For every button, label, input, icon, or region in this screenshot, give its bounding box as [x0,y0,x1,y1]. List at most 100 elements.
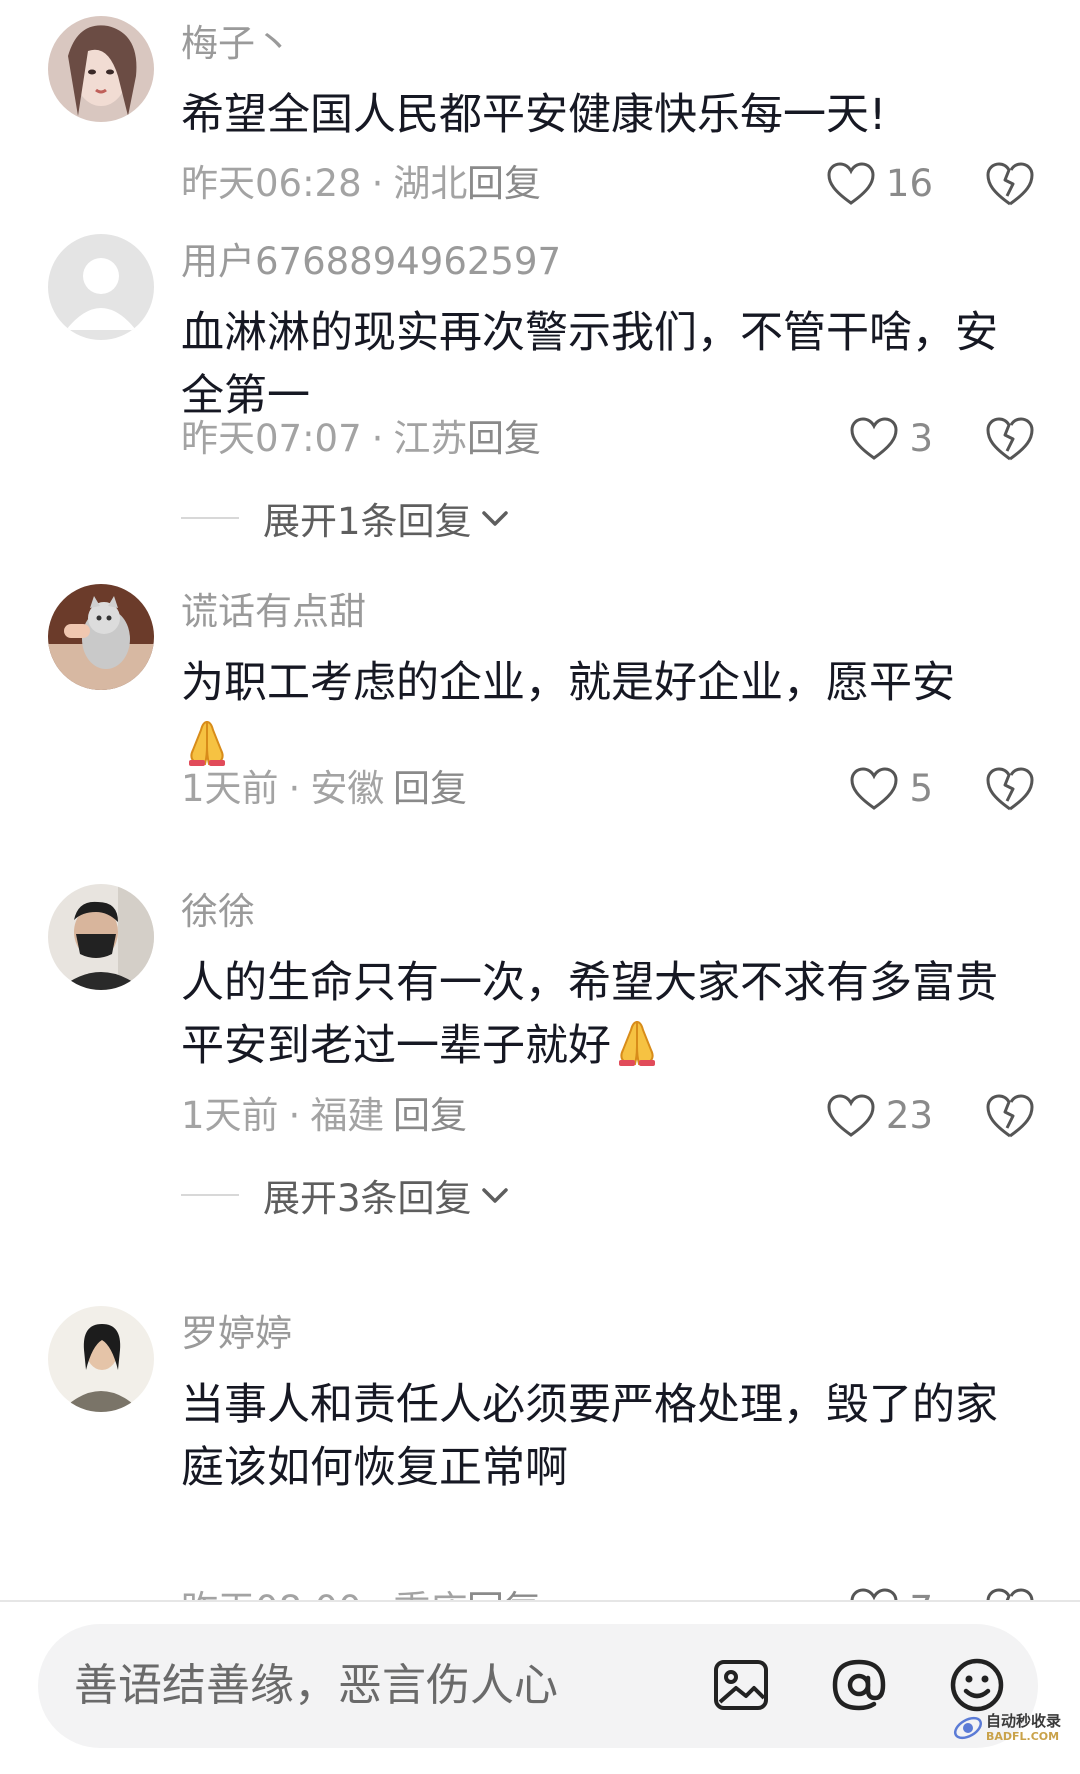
avatar-default-user-icon [48,234,154,340]
comment-body: 希望全国人民都平安健康快乐每一天! [181,90,887,140]
expand-divider-line [181,517,239,519]
heart-icon [850,417,898,460]
expand-divider-line [181,1194,239,1196]
broken-heart-icon [986,417,1034,461]
watermark-title: 自动秒收录 [986,1712,1062,1730]
avatar[interactable] [48,884,154,990]
comment-item: 谎话有点甜 为职工考虑的企业，就是好企业，愿平安 1天前 · 安徽 回复 5 [0,568,1080,898]
dislike-button[interactable] [985,1092,1035,1140]
like-count: 5 [909,767,933,810]
comment-time: 1天前 [181,767,279,810]
reply-button[interactable]: 回复 [393,1088,467,1144]
time-location: 昨天08:00 · 重庆 [181,1582,467,1600]
broken-heart-icon [986,1094,1034,1138]
broken-heart-icon [986,162,1034,206]
comment-meta: 昨天08:00 · 重庆 回复 7 [181,1582,1051,1600]
broken-heart-icon [986,767,1034,811]
like-button[interactable]: 16 [826,156,933,212]
chevron-down-icon [481,1188,508,1203]
reply-button[interactable]: 回复 [467,1582,541,1600]
at-icon[interactable] [828,1654,890,1716]
expand-replies-label: 展开3条回复 [263,1177,472,1220]
broken-heart-icon [986,1588,1034,1600]
comment-location: 江苏 [393,417,468,460]
comment-location: 重庆 [393,1588,467,1600]
separator-dot: · [288,1094,301,1137]
like-button[interactable]: 23 [826,1088,933,1144]
avatar-man-mask-photo-icon [48,884,154,990]
reply-button[interactable]: 回复 [467,411,541,467]
like-button[interactable]: 7 [849,1582,933,1600]
comment-time: 1天前 [181,1094,279,1137]
like-count: 23 [885,1094,933,1137]
praying-hands-icon [611,1016,663,1068]
separator-dot: · [372,1588,384,1600]
comment-text: 当事人和责任人必须要严格处理，毁了的家庭该如何恢复正常啊 [181,1374,1011,1500]
comment-location: 安徽 [310,767,385,810]
dislike-button[interactable] [985,765,1035,813]
time-location: 昨天07:07 · 江苏 [181,411,467,467]
like-count: 3 [909,417,933,460]
username[interactable]: 用户6768894962597 [181,240,561,284]
comment-time: 昨天06:28 [181,162,362,205]
comment-time: 昨天07:07 [181,417,362,460]
avatar[interactable] [48,234,154,340]
username[interactable]: 徐徐 [181,890,255,934]
time-location: 昨天06:28 · 湖北 [181,156,467,212]
dislike-button[interactable] [985,415,1035,463]
like-button[interactable]: 3 [849,411,933,467]
comment-meta: 昨天06:28 · 湖北 回复 16 [181,156,1051,212]
avatar-cat-photo-icon [48,584,154,690]
reply-button[interactable]: 回复 [467,156,541,212]
comment-meta: 1天前 · 福建 回复 23 [181,1088,1051,1144]
avatar[interactable] [48,16,154,122]
like-button[interactable]: 5 [849,761,933,817]
avatar[interactable] [48,1306,154,1412]
watermark-logo-icon [953,1716,983,1740]
username[interactable]: 罗婷婷 [181,1312,292,1356]
comment-page: 梅子丶 希望全国人民都平安健康快乐每一天! 昨天06:28·湖北 回复 16 [0,0,1080,1774]
comment-body: 人的生命只有一次，希望大家不求有多富贵平安到老过一辈子就好 [181,958,998,1071]
username[interactable]: 梅子丶 [181,22,292,66]
emoji-icon[interactable] [946,1654,1008,1716]
avatar-woman-photo-icon [48,1306,154,1412]
comment-input-bar[interactable]: 善语结善缘，恶言伤人心 [38,1624,1038,1748]
comment-meta: 1天前 · 安徽 回复 5 [181,761,1051,817]
avatar[interactable] [48,584,154,690]
comment-text: 希望全国人民都平安健康快乐每一天! [181,84,1011,147]
comment-location: 湖北 [393,162,468,205]
comment-body: 血淋淋的现实再次警示我们，不管干啥，安全第一 [181,308,998,421]
input-divider [0,1600,1080,1602]
time-location: 1天前 · 安徽 [181,761,384,817]
heart-icon [827,1094,875,1137]
comment-item: 用户6768894962597 血淋淋的现实再次警示我们，不管干啥，安全第一 昨… [0,218,1080,568]
avatar-woman-illustration-icon [48,16,154,122]
separator-dot: · [371,162,384,205]
time-location: 1天前 · 福建 [181,1088,384,1144]
comment-input-placeholder[interactable]: 善语结善缘，恶言伤人心 [74,1658,558,1714]
dislike-button[interactable] [985,160,1035,208]
like-count: 16 [885,162,933,205]
comment-text: 血淋淋的现实再次警示我们，不管干啥，安全第一 [181,302,1011,428]
comment-text: 人的生命只有一次，希望大家不求有多富贵平安到老过一辈子就好 [181,952,1011,1078]
separator-dot: · [288,767,301,810]
image-icon[interactable] [710,1654,772,1716]
dislike-button[interactable] [985,1586,1035,1600]
comment-meta: 昨天07:07 · 江苏 回复 3 [181,411,1051,467]
comment-feed[interactable]: 梅子丶 希望全国人民都平安健康快乐每一天! 昨天06:28·湖北 回复 16 [0,0,1080,1600]
comment-item: 梅子丶 希望全国人民都平安健康快乐每一天! 昨天06:28 · 湖北 回复 16 [0,0,1080,206]
expand-replies-label: 展开1条回复 [263,500,472,543]
expand-replies-button[interactable]: 展开1条回复 [181,493,512,543]
username[interactable]: 谎话有点甜 [181,590,366,634]
heart-icon [827,162,875,205]
heart-icon [850,767,898,810]
comment-item: 徐徐 人的生命只有一次，希望大家不求有多富贵平安到老过一辈子就好 1天前 · 福建 … [0,868,1080,1288]
comment-body: 当事人和责任人必须要严格处理，毁了的家庭该如何恢复正常啊 [181,1380,998,1493]
chevron-down-icon [481,511,508,526]
watermark-url: BADFL.COM [986,1730,1060,1743]
heart-icon [851,1588,898,1600]
comment-body: 为职工考虑的企业，就是好企业，愿平安 [181,658,955,708]
comment-text: 为职工考虑的企业，就是好企业，愿平安 [181,652,1011,778]
reply-button[interactable]: 回复 [393,761,467,817]
expand-replies-button[interactable]: 展开3条回复 [181,1170,512,1220]
